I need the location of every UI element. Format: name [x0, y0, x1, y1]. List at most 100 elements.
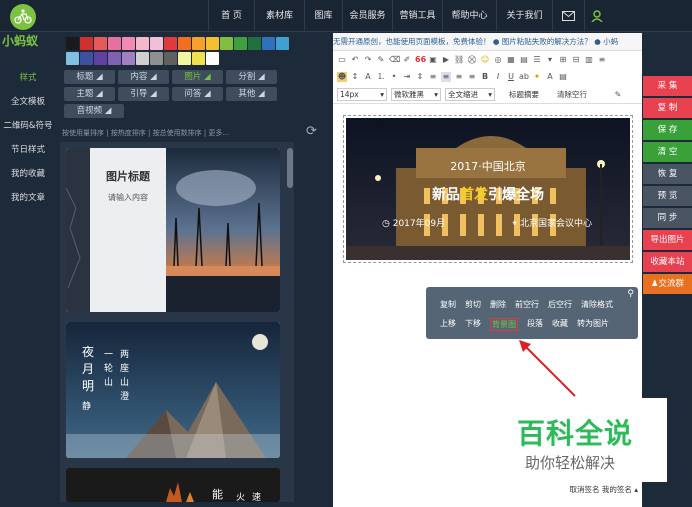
- cat-divider[interactable]: 分割 ◢: [226, 70, 277, 84]
- list-icon[interactable]: ☰: [532, 55, 542, 65]
- color-swatch[interactable]: [276, 37, 289, 50]
- sidebar-item-my-favorites[interactable]: 我的收藏: [0, 162, 56, 186]
- banner-block[interactable]: 2017·中国北京 新品首发引爆全场 ◷ 2017年09月 ⌖ 北京国家会议中心: [343, 115, 633, 263]
- copy-button[interactable]: 复 制: [643, 98, 692, 118]
- ctx-background-image[interactable]: 背景图: [490, 318, 518, 331]
- cat-image[interactable]: 图片 ◢: [172, 70, 223, 84]
- redo-icon[interactable]: ↷: [363, 55, 373, 65]
- sidebar-item-my-articles[interactable]: 我的文章: [0, 186, 56, 210]
- restore-button[interactable]: 恢 复: [643, 164, 692, 184]
- font-color-icon[interactable]: A: [363, 72, 373, 82]
- nav-help[interactable]: 帮助中心: [442, 0, 496, 32]
- highlight-icon[interactable]: ✦: [532, 72, 542, 82]
- bold-icon[interactable]: B: [480, 72, 490, 82]
- ctx-move-down[interactable]: 下移: [465, 318, 481, 331]
- color-swatch[interactable]: [192, 52, 205, 65]
- color-swatch[interactable]: [220, 37, 233, 50]
- template-card-fire[interactable]: 能 火 速: [66, 468, 280, 502]
- underline-icon[interactable]: U: [506, 72, 516, 82]
- ctx-insert-after[interactable]: 后空行: [548, 299, 572, 310]
- ctx-clear-format[interactable]: 清除格式: [581, 299, 613, 310]
- strike-icon[interactable]: ab: [519, 72, 529, 82]
- nav-gallery[interactable]: 图库: [304, 0, 342, 32]
- color-swatch[interactable]: [164, 37, 177, 50]
- merge-icon[interactable]: ⊞: [558, 55, 568, 65]
- ctx-paragraph[interactable]: 段落: [527, 318, 543, 331]
- quote-icon[interactable]: 66: [415, 55, 426, 65]
- sort-bar[interactable]: 按使用量排序 | 按热度排序 | 按总使用数排序 | 更多...: [62, 128, 229, 138]
- ctx-favorite[interactable]: 收藏: [552, 318, 568, 331]
- color-swatch[interactable]: [164, 52, 177, 65]
- save-button[interactable]: 保 存: [643, 120, 692, 140]
- color-swatch[interactable]: [66, 52, 79, 65]
- summary-button[interactable]: 标题摘要: [505, 88, 543, 101]
- line-height-icon[interactable]: ↕: [350, 72, 360, 82]
- cat-content[interactable]: 内容 ◢: [118, 70, 169, 84]
- split-icon[interactable]: ⊟: [571, 55, 581, 65]
- color-swatch[interactable]: [248, 37, 261, 50]
- nav-marketing[interactable]: 营销工具: [392, 0, 442, 32]
- paste-icon[interactable]: ▤: [558, 72, 568, 82]
- sidebar-item-qrcode-symbols[interactable]: 二维码&符号: [0, 114, 56, 138]
- sidebar-item-holiday-styles[interactable]: 节日样式: [0, 138, 56, 162]
- mail-icon[interactable]: [552, 0, 584, 32]
- align-left-icon[interactable]: ≡: [428, 72, 438, 82]
- nav-materials[interactable]: 素材库: [254, 0, 304, 32]
- user-icon[interactable]: [584, 0, 608, 32]
- color-swatch[interactable]: [150, 52, 163, 65]
- color-swatch[interactable]: [122, 52, 135, 65]
- align-center-icon[interactable]: ≡: [441, 72, 451, 82]
- unordered-list-icon[interactable]: •: [389, 72, 399, 82]
- justify-icon[interactable]: ≡: [467, 72, 477, 82]
- nav-about[interactable]: 关于我们: [496, 0, 552, 32]
- cat-qa[interactable]: 问答 ◢: [172, 87, 223, 101]
- color-swatch[interactable]: [178, 52, 191, 65]
- preview-button[interactable]: 预 览: [643, 186, 692, 206]
- indent-select[interactable]: 全文缩进 ▾: [445, 88, 495, 101]
- image-icon[interactable]: ▣: [428, 55, 438, 65]
- eraser-icon[interactable]: ⌫: [389, 55, 400, 65]
- link-icon[interactable]: ⛓: [454, 55, 464, 65]
- color-swatch[interactable]: [234, 37, 247, 50]
- color-swatch[interactable]: [108, 52, 121, 65]
- clear-empty-lines-button[interactable]: 清除空行: [553, 88, 591, 101]
- grid-icon[interactable]: ▤: [519, 55, 529, 65]
- color-swatch[interactable]: [94, 52, 107, 65]
- color-swatch[interactable]: [206, 37, 219, 50]
- ctx-move-up[interactable]: 上移: [440, 318, 456, 331]
- scroll-thumb[interactable]: [287, 148, 293, 188]
- ordered-list-icon[interactable]: ⒈: [376, 72, 386, 82]
- ctx-cut[interactable]: 剪切: [465, 299, 481, 310]
- brush-icon[interactable]: ✐: [402, 55, 412, 65]
- emoji-face-icon[interactable]: ☻: [337, 72, 347, 82]
- html-source-icon[interactable]: ▭: [337, 55, 347, 65]
- pin-icon[interactable]: ⚲: [627, 289, 634, 299]
- chat-group-button[interactable]: ♟交流群: [643, 274, 692, 294]
- color-swatch[interactable]: [80, 37, 93, 50]
- sidebar-item-styles[interactable]: 样式: [0, 66, 56, 90]
- cat-media[interactable]: 音视频 ◢: [64, 104, 124, 118]
- nav-membership[interactable]: 会员服务: [342, 0, 392, 32]
- cat-other[interactable]: 其他 ◢: [226, 87, 277, 101]
- italic-icon[interactable]: I: [493, 72, 503, 82]
- font-size-select[interactable]: 14px ▾: [337, 88, 387, 101]
- template-card-image-title[interactable]: 图片标题 请输入内容: [66, 148, 280, 312]
- bookmark-site-button[interactable]: 收藏本站: [643, 252, 692, 272]
- column-icon[interactable]: ▥: [584, 55, 594, 65]
- ctx-delete[interactable]: 删除: [490, 299, 506, 310]
- more-icon[interactable]: ▾: [545, 55, 555, 65]
- color-swatch[interactable]: [206, 52, 219, 65]
- template-scrollbar[interactable]: [286, 142, 294, 502]
- template-card-night-moon[interactable]: 夜 月 明 静 一 轮 山 两 座 山 澄: [66, 322, 280, 458]
- undo-icon[interactable]: ↶: [350, 55, 360, 65]
- font-family-select[interactable]: 微软雅黑 ▾: [391, 88, 441, 101]
- export-image-button[interactable]: 导出图片: [643, 230, 692, 250]
- table-icon[interactable]: ▦: [506, 55, 516, 65]
- map-icon[interactable]: ◎: [493, 55, 503, 65]
- color-swatch[interactable]: [178, 37, 191, 50]
- color-swatch[interactable]: [66, 37, 79, 50]
- sync-button[interactable]: 同 步: [643, 208, 692, 228]
- align-icon[interactable]: ≡: [597, 55, 607, 65]
- clear-button[interactable]: 清 空: [643, 142, 692, 162]
- brand-logo[interactable]: 小蚂蚁: [2, 2, 62, 56]
